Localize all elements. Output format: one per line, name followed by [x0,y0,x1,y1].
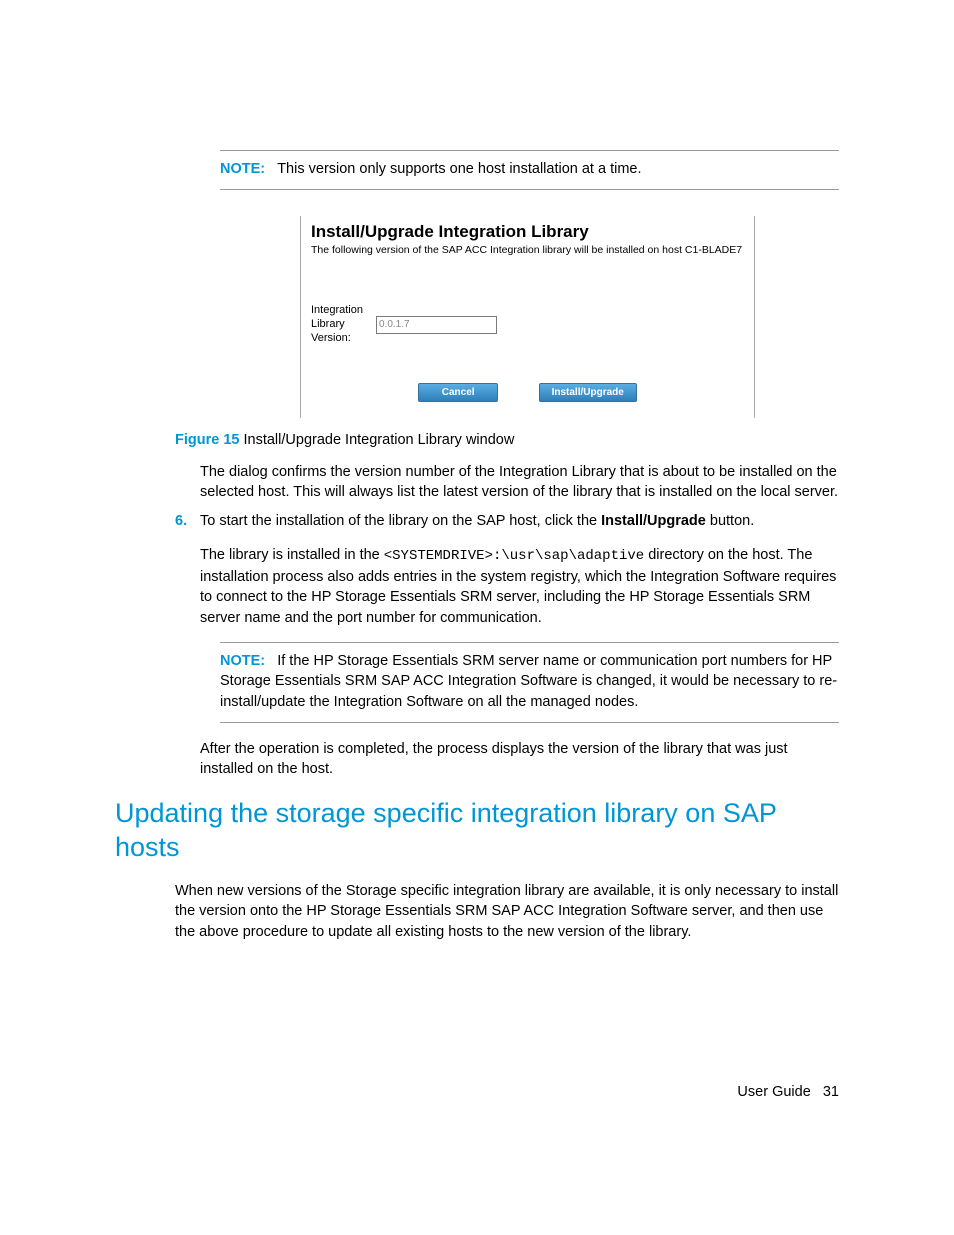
figure-screenshot: Install/Upgrade Integration Library The … [300,216,755,417]
note-label-2: NOTE: [220,653,265,669]
version-input[interactable] [376,316,497,334]
step-bold: Install/Upgrade [601,513,706,529]
paragraph-update: When new versions of the Storage specifi… [175,881,839,942]
dialog-title: Install/Upgrade Integration Library [311,222,744,242]
paragraph-confirm: The dialog confirms the version number o… [200,462,839,503]
step-text-b: button. [706,513,754,529]
note-label: NOTE: [220,161,265,177]
figure-caption-text: Install/Upgrade Integration Library wind… [244,432,515,448]
paragraph-after: After the operation is completed, the pr… [200,739,839,780]
step-number: 6. [175,511,200,531]
dialog-subtitle: The following version of the SAP ACC Int… [311,244,744,256]
step-6: 6. To start the installation of the libr… [175,511,839,531]
install-upgrade-button[interactable]: Install/Upgrade [539,383,637,402]
section-heading: Updating the storage specific integratio… [115,797,839,865]
step-text-a: To start the installation of the library… [200,513,601,529]
note-block-1: NOTE: This version only supports one hos… [220,150,839,190]
install-code: <SYSTEMDRIVE>:\usr\sap\adaptive [384,548,644,564]
note-text: This version only supports one host inst… [277,161,641,177]
note-block-2: NOTE: If the HP Storage Essentials SRM s… [220,642,839,723]
footer-doc: User Guide [737,1084,810,1100]
page-footer: User Guide 31 [737,1084,839,1100]
paragraph-install: The library is installed in the <SYSTEMD… [200,545,839,627]
version-field-label: Integration Library Version: [311,304,366,345]
footer-page: 31 [823,1084,839,1100]
install-text-a: The library is installed in the [200,547,384,563]
figure-caption-label: Figure 15 [175,432,239,448]
note-text-2: If the HP Storage Essentials SRM server … [220,653,837,710]
figure-caption: Figure 15 Install/Upgrade Integration Li… [175,432,839,448]
cancel-button[interactable]: Cancel [418,383,498,402]
